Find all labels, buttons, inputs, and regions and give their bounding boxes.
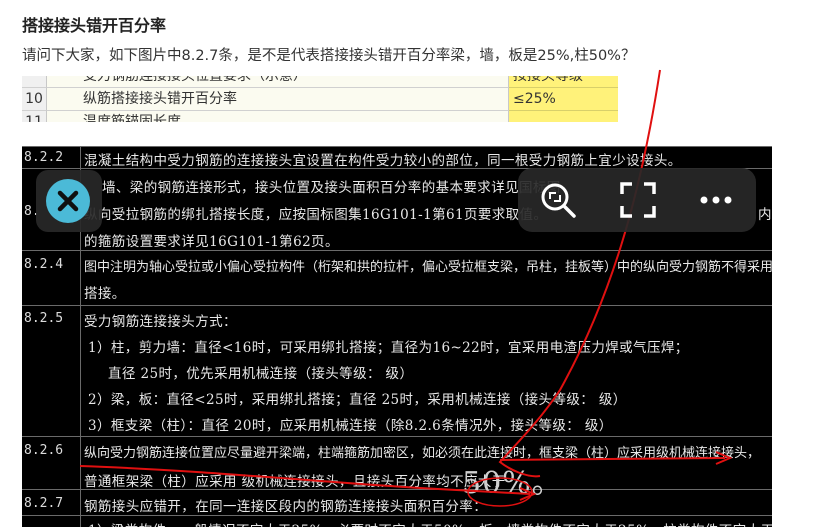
fullscreen-button[interactable]: [616, 178, 660, 222]
post-question: 请问下大家，如下图片中8.2.7条，是不是代表搭接接头错开百分率梁，墙，板是25…: [22, 48, 636, 64]
fullscreen-icon: [620, 182, 656, 218]
clause-text: 的箍筋设置要求详见16G101-1第62页。: [84, 234, 339, 250]
sheet-row-value: 按接头等级: [509, 76, 618, 88]
zoom-icon: [541, 183, 576, 218]
clause-text: 钢筋接头应错开，在同一连接区段内的钢筋连接接头面积百分率：: [84, 499, 488, 515]
sheet-row-name: 温度筋锚固长度: [47, 111, 509, 122]
more-button[interactable]: [694, 178, 738, 222]
clause-text: 2）梁，板：直径<25时，采用绑扎搭接；直径 25时，采用机械连接（接头等级： …: [88, 392, 627, 408]
doc-divider: [22, 146, 772, 147]
clause-text: 普通框架梁（柱）应采用 级机械连接接头，且接头百分率均不应大于: [84, 474, 506, 490]
clause-text: 1）梁类构件，一般情况不宜大于25%，必要时不宜大于50%，板，墙类构件不宜大于…: [88, 519, 772, 527]
sheet-row-index: 10: [22, 88, 47, 111]
clause-number: 8.2.5: [24, 311, 64, 326]
sheet-row-value: [509, 111, 618, 122]
clause-text: 直径 25时，优先采用机械连接（接头等级： 级）: [108, 366, 414, 382]
clause-number: 8.2.4: [24, 257, 64, 272]
clause-text: 3）框支梁（柱）：直径 20时，应采用机械连接（除8.2.6条情况外，接头等级：…: [88, 418, 613, 434]
sheet-row-index: [22, 76, 47, 88]
sheet-row-value: ≤25%: [509, 88, 618, 111]
clause-text: 搭接。: [84, 286, 126, 302]
sheet-row: 受力钢筋连接接头位置要求（示意） 按接头等级: [22, 76, 618, 88]
doc-divider: [22, 515, 772, 516]
zoom-button[interactable]: [536, 178, 580, 222]
sheet-row: 10 纵筋搭接接头错开百分率 ≤25%: [22, 88, 618, 111]
sheet-row: 11 温度筋锚固长度: [22, 111, 618, 122]
close-icon: [57, 190, 79, 212]
sheet-row-name: 纵筋搭接接头错开百分率: [47, 88, 509, 111]
post-title: 搭接接头错开百分率: [22, 16, 167, 35]
clause-text: 纵向受力钢筋连接位置应尽量避开梁端，柱端箍筋加密区，如必须在此连接时，框支梁（柱…: [84, 446, 761, 461]
spreadsheet-snippet: 受力钢筋连接接头位置要求（示意） 按接头等级 10 纵筋搭接接头错开百分率 ≤2…: [22, 76, 618, 122]
sheet-row-index: 11: [22, 111, 47, 122]
clause-number: 8.2.7: [24, 496, 64, 511]
clause-text: 纵向受拉钢筋的绑扎搭接长度，应按国标图集16G101-1第61页要求取值。: [84, 207, 548, 223]
close-button-container[interactable]: [36, 170, 102, 232]
clause-number: 8.2.6: [24, 443, 64, 458]
doc-divider: [22, 436, 772, 437]
close-button[interactable]: [46, 179, 90, 223]
clause-text: 1）柱，剪力墙：直径<16时，可采用绑扎搭接；直径为16~22时，宜采用电渣压力…: [88, 340, 689, 356]
more-icon: [700, 196, 732, 204]
doc-divider: [22, 250, 772, 251]
clause-text: 墙、梁的钢筋连接形式，接头位置及接头面积百分率的基本要求详见国标图: [102, 180, 561, 196]
clause-number: 8.2.2: [24, 150, 64, 165]
doc-divider: [22, 305, 772, 306]
viewer-toolbar: [518, 168, 756, 232]
clause-text: 内: [758, 207, 772, 223]
sheet-row-name: 受力钢筋连接接头位置要求（示意）: [47, 76, 509, 88]
clause-text: 图中注明为轴心受拉或小偏心受拉构件（桁架和拱的拉杆，偏心受拉框支梁，吊柱，挂板等…: [84, 260, 772, 275]
clause-text: 受力钢筋连接接头方式：: [84, 314, 237, 330]
clause-text: 混凝土结构中受力钢筋的连接接头宜设置在构件受力较小的部位，同一根受力钢筋上宜少设…: [84, 153, 682, 169]
